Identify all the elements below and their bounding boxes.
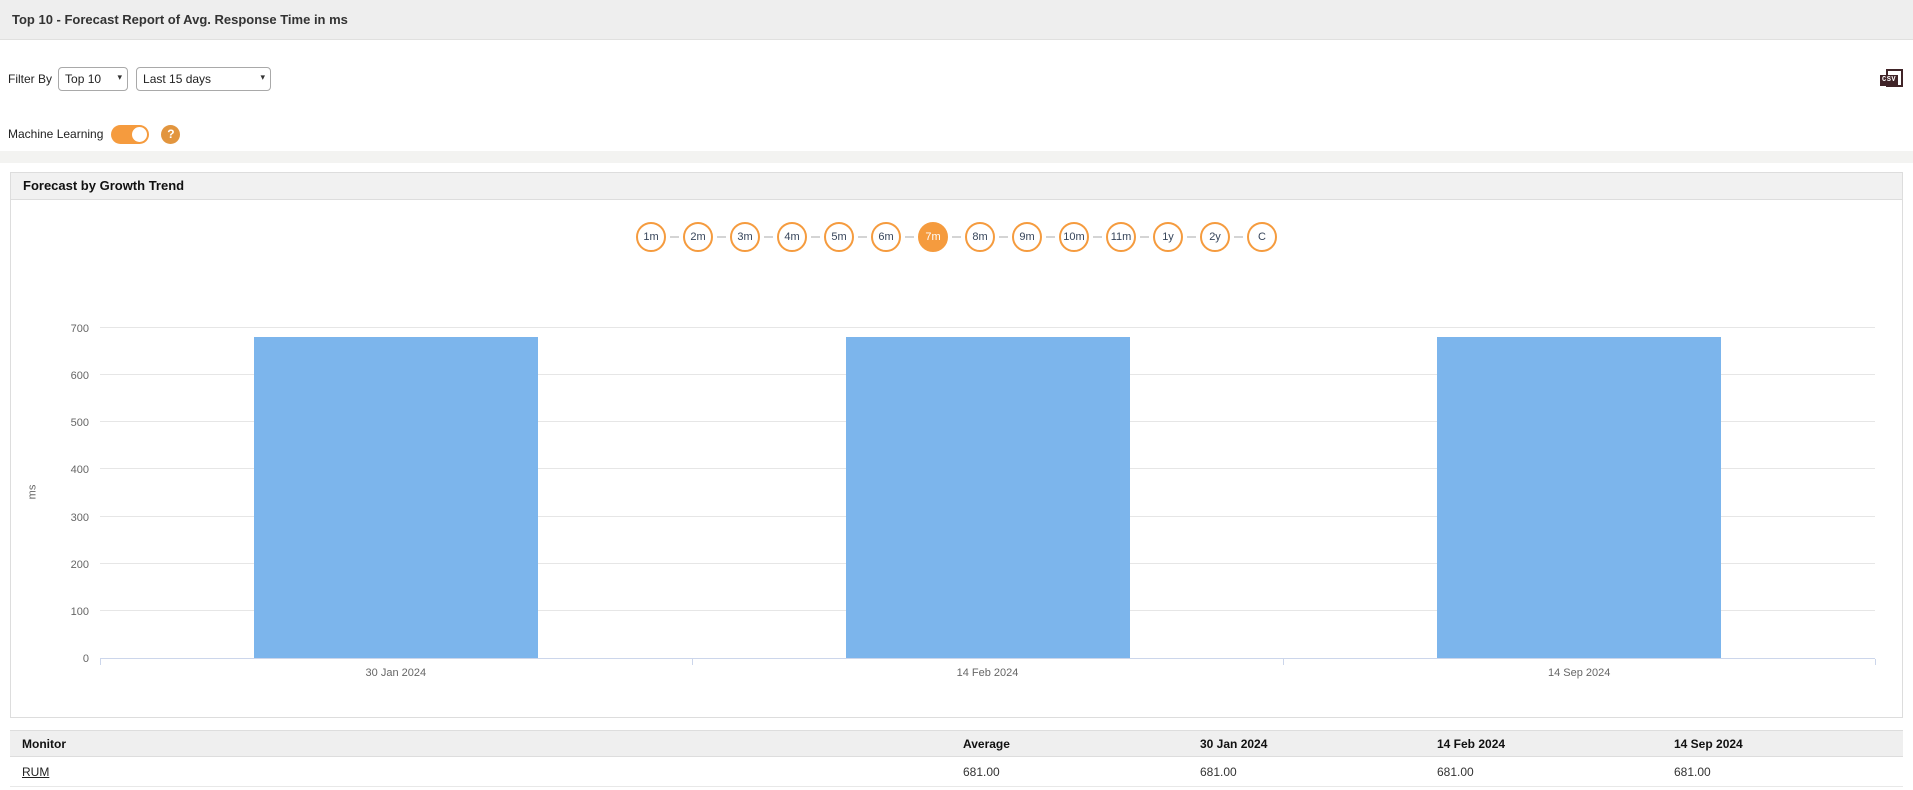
forecast-panel: Forecast by Growth Trend 1m 2m 3m 4m 5m 6m 7m 8… — [10, 172, 1903, 718]
range-connector — [901, 236, 918, 238]
forecast-panel-header: Forecast by Growth Trend — [11, 173, 1902, 200]
range-connector — [1089, 236, 1106, 238]
value-cell: 681.00 — [955, 757, 1192, 787]
y-axis-tick-label: 600 — [71, 370, 89, 382]
csv-icon-label: CSV — [1880, 75, 1898, 86]
page-title: Top 10 - Forecast Report of Avg. Respons… — [0, 0, 1913, 40]
monitor-table: MonitorAverage30 Jan 202414 Feb 202414 S… — [10, 730, 1903, 787]
section-divider — [0, 151, 1913, 163]
x-axis-label: 14 Sep 2024 — [1548, 667, 1610, 679]
csv-export-button[interactable]: CSV — [1880, 69, 1903, 89]
machine-learning-row: Machine Learning ? — [0, 123, 1913, 145]
column-header-monitor: Monitor — [10, 731, 955, 757]
forecast-panel-title: Forecast by Growth Trend — [11, 173, 1902, 199]
x-axis-label: 30 Jan 2024 — [366, 667, 427, 679]
x-axis-tickmark — [1283, 659, 1284, 665]
top-n-select[interactable]: Top 10 — [58, 67, 128, 91]
y-axis-tick-label: 100 — [71, 606, 89, 618]
top-n-select-wrap: Top 10 ▾ — [58, 67, 128, 91]
range-button-6m[interactable]: 6m — [871, 222, 901, 252]
range-button-1m[interactable]: 1m — [636, 222, 666, 252]
range-connector — [713, 236, 730, 238]
range-button-10m[interactable]: 10m — [1059, 222, 1089, 252]
column-header-14-feb-2024: 14 Feb 2024 — [1429, 731, 1666, 757]
filter-by-label: Filter By — [8, 72, 52, 86]
range-button-11m[interactable]: 11m — [1106, 222, 1136, 252]
value-cell: 681.00 — [1666, 757, 1903, 787]
table-header-row: MonitorAverage30 Jan 202414 Feb 202414 S… — [10, 731, 1903, 757]
y-axis-tick-label: 300 — [71, 512, 89, 524]
range-connector — [1183, 236, 1200, 238]
range-connector — [854, 236, 871, 238]
value-cell: 681.00 — [1192, 757, 1429, 787]
period-select[interactable]: Last 15 days — [136, 67, 271, 91]
range-button-5m[interactable]: 5m — [824, 222, 854, 252]
column-header-14-sep-2024: 14 Sep 2024 — [1666, 731, 1903, 757]
range-button-8m[interactable]: 8m — [965, 222, 995, 252]
x-axis-tickmark — [1875, 659, 1876, 665]
range-button-9m[interactable]: 9m — [1012, 222, 1042, 252]
range-connector — [995, 236, 1012, 238]
range-button-7m[interactable]: 7m — [918, 222, 948, 252]
y-axis-title: ms — [26, 485, 38, 500]
column-header-30-jan-2024: 30 Jan 2024 — [1192, 731, 1429, 757]
range-button-2m[interactable]: 2m — [683, 222, 713, 252]
gridline — [100, 327, 1875, 328]
filter-row: Filter By Top 10 ▾ Last 15 days ▾ CSV — [0, 66, 1913, 92]
range-connector — [948, 236, 965, 238]
y-axis-tick-label: 700 — [71, 323, 89, 335]
column-header-average: Average — [955, 731, 1192, 757]
range-button-2y[interactable]: 2y — [1200, 222, 1230, 252]
page-title-bar: Top 10 - Forecast Report of Avg. Respons… — [0, 0, 1913, 40]
range-connector — [1230, 236, 1247, 238]
range-selector: 1m 2m 3m 4m 5m 6m 7m 8m 9m 10m 11m 1y 2y C — [11, 222, 1902, 252]
y-axis-tick-label: 0 — [83, 653, 89, 665]
bar-30 Jan 2024[interactable] — [254, 337, 538, 658]
machine-learning-toggle[interactable] — [111, 125, 149, 144]
x-axis-label: 14 Feb 2024 — [957, 667, 1019, 679]
machine-learning-label: Machine Learning — [8, 127, 103, 141]
x-axis-tickmark — [100, 659, 101, 665]
y-axis-tick-label: 200 — [71, 559, 89, 571]
monitor-cell: RUM — [10, 757, 955, 787]
range-button-1y[interactable]: 1y — [1153, 222, 1183, 252]
range-connector — [807, 236, 824, 238]
range-connector — [760, 236, 777, 238]
period-select-wrap: Last 15 days ▾ — [136, 67, 271, 91]
y-axis-tick-label: 500 — [71, 417, 89, 429]
range-connector — [1042, 236, 1059, 238]
chart-plot: 010020030040050060070030 Jan 202414 Feb … — [100, 328, 1875, 659]
bar-14 Sep 2024[interactable] — [1437, 337, 1721, 658]
x-axis-tickmark — [692, 659, 693, 665]
bar-14 Feb 2024[interactable] — [846, 337, 1130, 658]
range-connector — [1136, 236, 1153, 238]
table-row: RUM681.00681.00681.00681.00 — [10, 757, 1903, 787]
range-button-C[interactable]: C — [1247, 222, 1277, 252]
range-button-3m[interactable]: 3m — [730, 222, 760, 252]
toggle-knob-icon — [132, 127, 147, 142]
range-connector — [666, 236, 683, 238]
range-button-4m[interactable]: 4m — [777, 222, 807, 252]
forecast-chart: ms 010020030040050060070030 Jan 202414 F… — [11, 252, 1902, 718]
table-body: RUM681.00681.00681.00681.00 — [10, 757, 1903, 787]
value-cell: 681.00 — [1429, 757, 1666, 787]
monitor-link[interactable]: RUM — [22, 765, 49, 779]
y-axis-tick-label: 400 — [71, 464, 89, 476]
help-icon[interactable]: ? — [161, 125, 180, 144]
